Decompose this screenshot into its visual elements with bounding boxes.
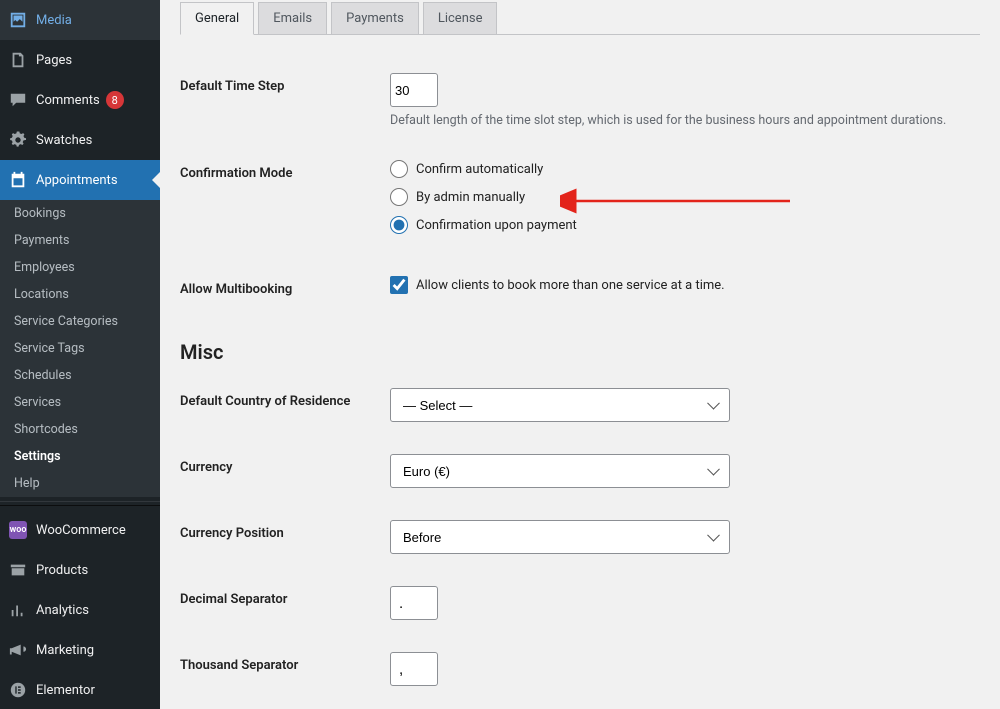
radio-confirm-manual[interactable]: By admin manually xyxy=(390,188,980,206)
sidebar-label: Marketing xyxy=(36,643,94,658)
calendar-icon xyxy=(8,170,28,190)
sidebar-label: Products xyxy=(36,563,88,578)
check-label: Allow clients to book more than one serv… xyxy=(416,278,725,293)
radio-label: Confirmation upon payment xyxy=(416,218,577,233)
submenu-payments[interactable]: Payments xyxy=(0,227,160,254)
gear-icon xyxy=(8,130,28,150)
sidebar-label: Analytics xyxy=(36,603,89,618)
settings-panel: General Emails Payments License Default … xyxy=(160,0,1000,709)
row-time-step: Default Time Step Default length of the … xyxy=(180,61,980,148)
media-icon xyxy=(8,10,28,30)
megaphone-icon xyxy=(8,640,28,660)
sidebar-label: WooCommerce xyxy=(36,523,126,538)
submenu-service-tags[interactable]: Service Tags xyxy=(0,335,160,362)
country-select[interactable]: — Select — xyxy=(390,388,730,422)
tab-general[interactable]: General xyxy=(180,2,254,35)
row-decimal-separator: Decimal Separator xyxy=(180,574,980,640)
row-currency-position: Currency Position Before xyxy=(180,508,980,574)
elementor-icon xyxy=(8,680,28,700)
submenu-help[interactable]: Help xyxy=(0,470,160,497)
label-confirmation-mode: Confirmation Mode xyxy=(180,160,390,181)
sidebar-label: Elementor xyxy=(36,683,95,698)
multibooking-checkbox[interactable] xyxy=(390,276,408,294)
sidebar-item-woocommerce[interactable]: woo WooCommerce xyxy=(0,510,160,550)
decimal-separator-input[interactable] xyxy=(390,586,438,620)
comments-icon xyxy=(8,90,28,110)
submenu-services[interactable]: Services xyxy=(0,389,160,416)
admin-sidebar: Media Pages Comments 8 Swatches Appointm… xyxy=(0,0,160,709)
products-icon xyxy=(8,560,28,580)
analytics-icon xyxy=(8,600,28,620)
submenu-shortcodes[interactable]: Shortcodes xyxy=(0,416,160,443)
sidebar-item-swatches[interactable]: Swatches xyxy=(0,120,160,160)
tab-license[interactable]: License xyxy=(423,2,498,34)
row-country: Default Country of Residence — Select — xyxy=(180,376,980,442)
sidebar-item-elementor[interactable]: Elementor xyxy=(0,670,160,709)
label-decimal-separator: Decimal Separator xyxy=(180,586,390,607)
submenu-schedules[interactable]: Schedules xyxy=(0,362,160,389)
sidebar-label: Swatches xyxy=(36,133,92,148)
misc-heading: Misc xyxy=(180,340,980,364)
label-currency-position: Currency Position xyxy=(180,520,390,541)
label-currency: Currency xyxy=(180,454,390,475)
sidebar-item-comments[interactable]: Comments 8 xyxy=(0,80,160,120)
sidebar-item-appointments[interactable]: Appointments xyxy=(0,160,160,200)
annotation-arrow-icon xyxy=(560,186,800,220)
submenu-settings[interactable]: Settings xyxy=(0,443,160,470)
currency-position-select[interactable]: Before xyxy=(390,520,730,554)
submenu-bookings[interactable]: Bookings xyxy=(0,200,160,227)
sidebar-item-media[interactable]: Media xyxy=(0,0,160,40)
multibooking-check[interactable]: Allow clients to book more than one serv… xyxy=(390,276,980,294)
tab-emails[interactable]: Emails xyxy=(258,2,327,34)
row-currency: Currency Euro (€) xyxy=(180,442,980,508)
comments-badge: 8 xyxy=(106,91,124,109)
sidebar-item-analytics[interactable]: Analytics xyxy=(0,590,160,630)
label-multibooking: Allow Multibooking xyxy=(180,276,390,297)
submenu-locations[interactable]: Locations xyxy=(0,281,160,308)
label-country: Default Country of Residence xyxy=(180,388,390,409)
label-time-step: Default Time Step xyxy=(180,73,390,94)
label-thousand-separator: Thousand Separator xyxy=(180,652,390,673)
settings-tabs: General Emails Payments License xyxy=(180,2,980,35)
row-thousand-separator: Thousand Separator xyxy=(180,640,980,706)
sidebar-label: Media xyxy=(36,13,72,28)
radio-confirm-auto[interactable]: Confirm automatically xyxy=(390,160,980,178)
submenu-service-categories[interactable]: Service Categories xyxy=(0,308,160,335)
thousand-separator-input[interactable] xyxy=(390,652,438,686)
pages-icon xyxy=(8,50,28,70)
currency-select[interactable]: Euro (€) xyxy=(390,454,730,488)
sidebar-label: Pages xyxy=(36,53,72,68)
row-confirmation-mode: Confirmation Mode Confirm automatically … xyxy=(180,148,980,264)
row-multibooking: Allow Multibooking Allow clients to book… xyxy=(180,264,980,324)
radio-confirm-manual-input[interactable] xyxy=(390,188,408,206)
sidebar-label: Appointments xyxy=(36,173,118,188)
radio-confirm-payment-input[interactable] xyxy=(390,216,408,234)
tab-payments[interactable]: Payments xyxy=(331,2,419,34)
sidebar-label: Comments xyxy=(36,93,100,108)
sidebar-separator xyxy=(0,501,160,506)
woo-icon: woo xyxy=(8,520,28,540)
radio-label: Confirm automatically xyxy=(416,162,543,177)
sidebar-item-pages[interactable]: Pages xyxy=(0,40,160,80)
submenu-employees[interactable]: Employees xyxy=(0,254,160,281)
radio-label: By admin manually xyxy=(416,190,525,205)
sidebar-item-products[interactable]: Products xyxy=(0,550,160,590)
time-step-input[interactable] xyxy=(390,73,438,107)
radio-confirm-auto-input[interactable] xyxy=(390,160,408,178)
time-step-desc: Default length of the time slot step, wh… xyxy=(390,113,980,128)
sidebar-item-marketing[interactable]: Marketing xyxy=(0,630,160,670)
